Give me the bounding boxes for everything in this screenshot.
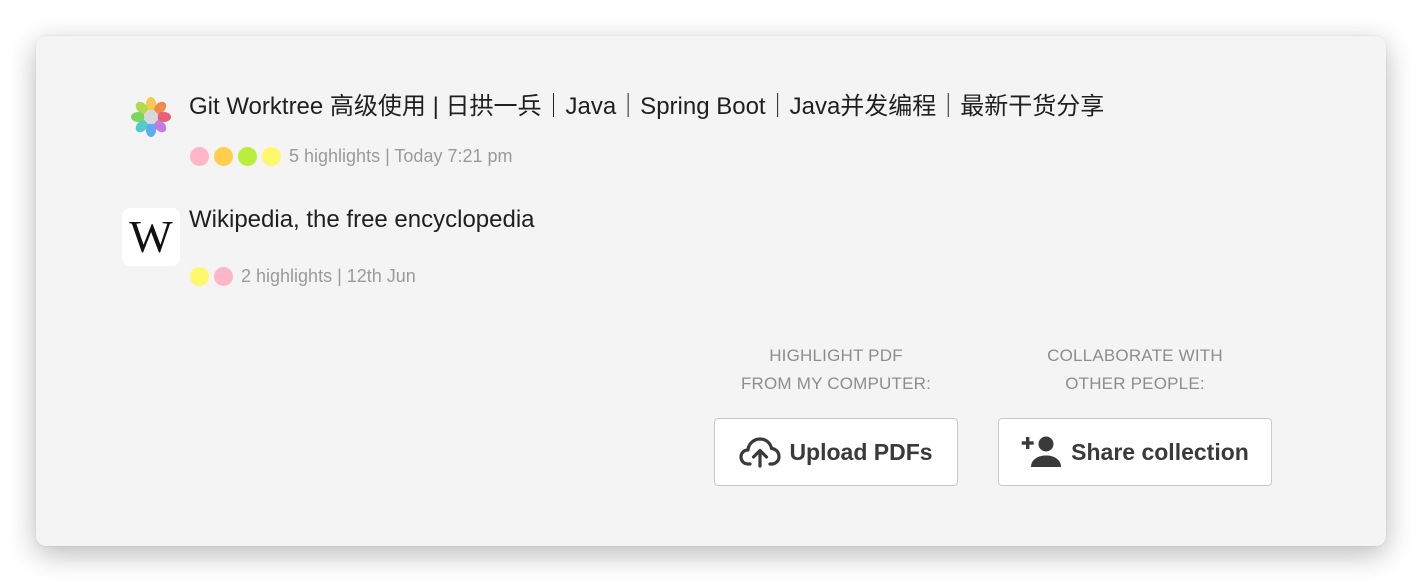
highlight-dot bbox=[262, 147, 281, 166]
upload-caption: HIGHLIGHT PDF FROM MY COMPUTER: bbox=[740, 346, 932, 393]
highlight-dot bbox=[214, 267, 233, 286]
highlight-dot bbox=[238, 147, 257, 166]
wikipedia-icon: W bbox=[122, 208, 180, 266]
cloud-upload-icon bbox=[739, 435, 782, 469]
share-section: COLLABORATE WITH OTHER PEOPLE: Share col… bbox=[998, 342, 1272, 486]
highlight-dot bbox=[190, 147, 209, 166]
item-title[interactable]: Wikipedia, the free encyclopedia bbox=[189, 206, 535, 234]
add-person-icon bbox=[1021, 435, 1063, 469]
item-meta: 5 highlights | Today 7:21 pm bbox=[190, 146, 513, 167]
wikipedia-logo-letter: W bbox=[129, 211, 172, 262]
share-caption: COLLABORATE WITH OTHER PEOPLE: bbox=[1047, 346, 1223, 393]
upload-pdfs-label: Upload PDFs bbox=[789, 438, 933, 465]
highlight-dot bbox=[214, 147, 233, 166]
upload-pdfs-button[interactable]: Upload PDFs bbox=[714, 418, 958, 486]
highlight-dot bbox=[190, 267, 209, 286]
item-meta: 2 highlights | 12th Jun bbox=[190, 266, 416, 287]
item-title[interactable]: Git Worktree 高级使用 | 日拱一兵｜Java｜Spring Boo… bbox=[189, 86, 1104, 121]
pinwheel-icon bbox=[122, 88, 180, 146]
share-collection-button[interactable]: Share collection bbox=[998, 418, 1272, 486]
collection-card: Git Worktree 高级使用 | 日拱一兵｜Java｜Spring Boo… bbox=[36, 36, 1386, 546]
upload-section: HIGHLIGHT PDF FROM MY COMPUTER: Upload P… bbox=[714, 342, 958, 486]
item-meta-text: 2 highlights | 12th Jun bbox=[241, 266, 416, 286]
share-collection-label: Share collection bbox=[1071, 438, 1249, 465]
item-meta-text: 5 highlights | Today 7:21 pm bbox=[289, 146, 513, 166]
